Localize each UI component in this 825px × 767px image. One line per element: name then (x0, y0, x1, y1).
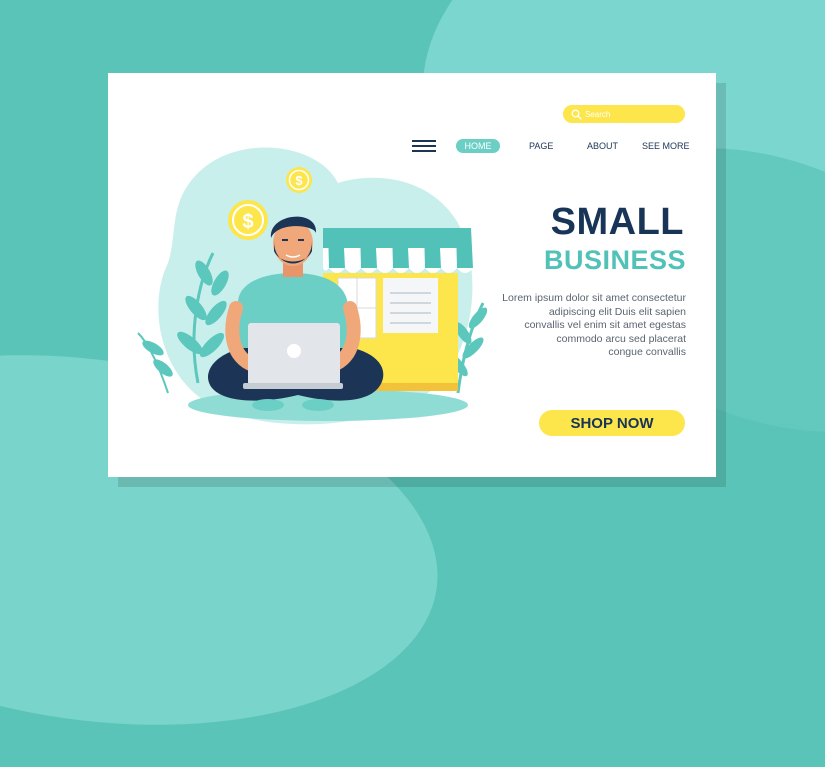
dollar-coin-icon: $ (228, 200, 268, 240)
small-business-illustration: $ $ (137, 147, 488, 425)
landing-page-card: HOME PAGE ABOUT SEE MORE (108, 73, 716, 477)
description-line: commodo arcu sed placerat (556, 332, 686, 345)
hero-subtitle: BUSINESS (543, 245, 686, 275)
hero-description: Lorem ipsum dolor sit amet consectetur a… (466, 292, 686, 360)
shop-now-button[interactable]: SHOP NOW (539, 410, 685, 436)
nav-page[interactable]: PAGE (529, 139, 553, 153)
nav-see-more[interactable]: SEE MORE (642, 139, 690, 153)
svg-text:$: $ (295, 173, 303, 188)
description-line: adipiscing elit Duis elit sapien (548, 305, 686, 318)
search-bar[interactable] (563, 105, 685, 123)
description-line: congue convallis (608, 346, 686, 358)
search-icon (567, 105, 585, 123)
description-line: convallis vel enim sit amet egestas (524, 319, 686, 331)
nav-about[interactable]: ABOUT (587, 139, 618, 153)
search-input[interactable] (585, 106, 675, 122)
description-line: Lorem ipsum dolor sit amet consectetur (502, 292, 686, 304)
dollar-coin-icon: $ (286, 167, 312, 193)
svg-text:$: $ (242, 211, 253, 233)
hero-title: SMALL (550, 201, 684, 243)
